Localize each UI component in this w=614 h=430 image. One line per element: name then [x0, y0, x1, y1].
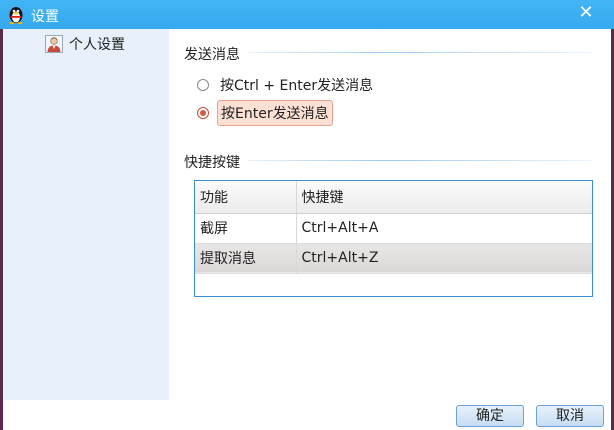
settings-window: 设置 ✕ 个人设置 发送消息 按Ctrl + Enter发送消息 按Enter发… — [0, 0, 614, 430]
section-divider — [247, 52, 592, 53]
dialog-footer: 确定 取消 — [3, 400, 611, 430]
radio-enter[interactable]: 按Enter发送消息 — [197, 100, 333, 126]
shortcut-section-title: 快捷按键 — [184, 155, 240, 171]
radio-button-checked[interactable] — [197, 107, 209, 119]
sidebar: 个人设置 — [3, 29, 169, 400]
cell-function: 提取消息 — [195, 243, 297, 273]
radio-button-unchecked[interactable] — [197, 79, 209, 91]
settings-content: 发送消息 按Ctrl + Enter发送消息 按Enter发送消息 快捷按键 功… — [169, 29, 611, 400]
cancel-button[interactable]: 取消 — [536, 405, 604, 427]
qq-penguin-icon — [7, 5, 25, 24]
window-title: 设置 — [31, 9, 59, 25]
ok-button[interactable]: 确定 — [456, 405, 524, 427]
sidebar-item-label: 个人设置 — [69, 37, 125, 53]
send-section-title: 发送消息 — [184, 47, 240, 63]
table-header-row: 功能 快捷键 — [195, 181, 592, 214]
sidebar-item-personal-settings[interactable]: 个人设置 — [45, 34, 125, 54]
table-row[interactable]: 截屏 Ctrl+Alt+A — [195, 213, 592, 243]
column-header-shortcut[interactable]: 快捷键 — [296, 181, 592, 214]
radio-ctrl-enter[interactable]: 按Ctrl + Enter发送消息 — [197, 73, 376, 97]
cell-shortcut[interactable]: Ctrl+Alt+A — [296, 213, 592, 243]
table-row-selected[interactable]: 提取消息 Ctrl+Alt+Z — [195, 243, 592, 273]
cell-shortcut[interactable]: Ctrl+Alt+Z — [296, 243, 592, 273]
title-bar[interactable]: 设置 ✕ — [0, 0, 614, 29]
close-icon[interactable]: ✕ — [576, 3, 596, 23]
cell-function: 截屏 — [195, 213, 297, 243]
shortcut-table: 功能 快捷键 截屏 Ctrl+Alt+A 提取消息 Ctrl+Alt+Z — [194, 180, 593, 297]
person-icon — [45, 35, 63, 53]
radio-label: 按Enter发送消息 — [217, 100, 333, 126]
section-divider — [247, 160, 592, 161]
column-header-function[interactable]: 功能 — [195, 181, 297, 214]
radio-label: 按Ctrl + Enter发送消息 — [220, 78, 374, 94]
